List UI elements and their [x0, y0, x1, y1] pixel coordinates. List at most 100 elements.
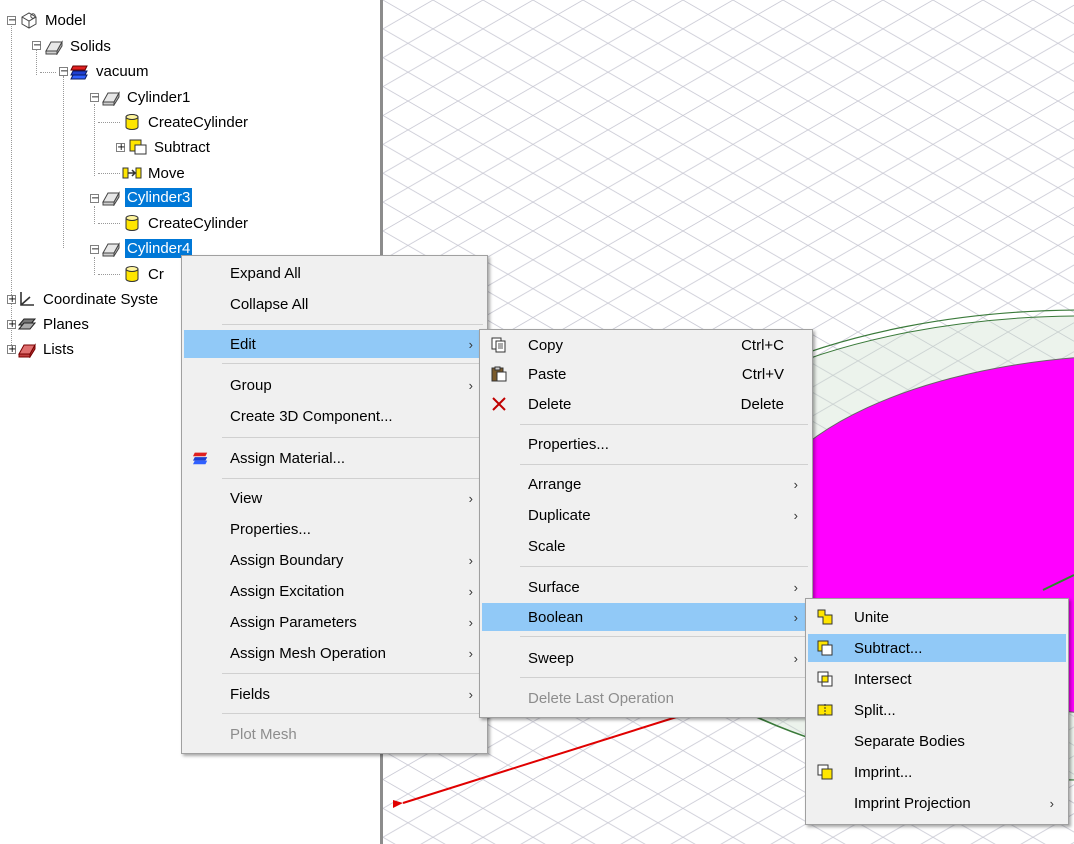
tree-node-create-cylinder[interactable]: Cr [122, 263, 166, 285]
boolean-submenu: Unite Subtract... Intersect Split... Sep… [805, 598, 1069, 825]
delete-x-icon [490, 395, 508, 413]
menu-label: Delete Last Operation [528, 689, 674, 707]
tree-node-planes[interactable]: Planes [17, 313, 91, 335]
tree-label: Move [148, 164, 185, 182]
collapse-model-toggle[interactable]: − [7, 16, 16, 26]
tree-node-create-cylinder[interactable]: CreateCylinder [122, 212, 250, 234]
shortcut-label: Ctrl+V [741, 365, 784, 383]
tree-line [63, 76, 64, 248]
submenu-arrow-icon: › [468, 336, 473, 352]
submenu-arrow-icon: › [793, 650, 798, 666]
tree-node-solids[interactable]: Solids [44, 35, 113, 57]
subtract-icon [816, 639, 834, 657]
planes-icon [17, 318, 37, 330]
menu-item-create-3d-component[interactable]: Create 3D Component... [184, 402, 485, 430]
menu-label: Duplicate [528, 506, 591, 524]
menu-item-plot-mesh: Plot Mesh [184, 720, 485, 748]
tree-node-model[interactable]: Model [19, 9, 88, 31]
tree-line [94, 104, 95, 176]
tree-node-subtract[interactable]: Subtract [128, 136, 212, 158]
menu-item-assign-excitation[interactable]: Assign Excitation › [184, 577, 485, 605]
expand-subtract-toggle[interactable]: + [116, 143, 125, 153]
menu-item-sweep[interactable]: Sweep › [482, 644, 810, 672]
menu-item-arrange[interactable]: Arrange › [482, 470, 810, 498]
tree-label: Cylinder1 [127, 88, 191, 106]
menu-item-paste[interactable]: Paste Ctrl+V [482, 360, 810, 388]
menu-separator [520, 566, 808, 567]
tree-node-cylinder4[interactable]: Cylinder4 [101, 237, 193, 259]
context-menu: Expand All Collapse All Edit › Group › Cre… [181, 255, 488, 754]
collapse-cylinder3-toggle[interactable]: − [90, 194, 99, 204]
menu-separator [222, 713, 483, 714]
menu-label: Scale [528, 537, 566, 555]
menu-item-separate-bodies[interactable]: Separate Bodies [808, 727, 1066, 755]
menu-label: Arrange [528, 475, 582, 493]
tree-label: CreateCylinder [148, 113, 249, 131]
menu-item-assign-material[interactable]: Assign Material... [184, 444, 485, 472]
tree-line [94, 257, 95, 275]
menu-label: Assign Parameters [230, 613, 357, 631]
menu-item-duplicate[interactable]: Duplicate › [482, 501, 810, 529]
menu-item-properties[interactable]: Properties... [482, 430, 810, 458]
menu-label: Intersect [854, 670, 912, 688]
menu-label: Plot Mesh [230, 725, 297, 743]
menu-label: Fields [230, 685, 271, 703]
tree-label-selected: Cylinder3 [125, 187, 193, 207]
menu-item-group[interactable]: Group › [184, 371, 485, 399]
menu-item-subtract[interactable]: Subtract... [808, 634, 1066, 662]
menu-item-intersect[interactable]: Intersect [808, 665, 1066, 693]
menu-item-copy[interactable]: Copy Ctrl+C [482, 331, 810, 359]
move-icon [122, 167, 142, 179]
menu-label: Imprint Projection [854, 794, 971, 812]
coordinate-system-icon [20, 292, 34, 306]
menu-label: Surface [528, 578, 580, 596]
tree-node-coordinate-systems[interactable]: Coordinate Syste [17, 288, 160, 310]
menu-item-view[interactable]: View › [184, 484, 485, 512]
submenu-arrow-icon: › [793, 507, 798, 523]
menu-item-collapse-all[interactable]: Collapse All [184, 290, 485, 318]
menu-label: Edit [230, 335, 256, 353]
menu-label: Delete [528, 395, 572, 413]
tree-node-lists[interactable]: Lists [17, 338, 76, 360]
tree-node-move[interactable]: Move [122, 162, 187, 184]
tree-label: Cr [148, 265, 164, 283]
collapse-cylinder1-toggle[interactable]: − [90, 93, 99, 103]
menu-item-properties[interactable]: Properties... [184, 515, 485, 543]
menu-label: Copy [528, 336, 564, 354]
expand-planes-toggle[interactable]: + [7, 320, 16, 330]
menu-label: Collapse All [230, 295, 309, 313]
menu-item-imprint-projection[interactable]: Imprint Projection › [808, 789, 1066, 817]
expand-lists-toggle[interactable]: + [7, 345, 16, 355]
menu-item-scale[interactable]: Scale [482, 532, 810, 560]
menu-item-imprint[interactable]: Imprint... [808, 758, 1066, 786]
imprint-icon [816, 763, 834, 781]
tree-label: Lists [43, 340, 74, 358]
collapse-cylinder4-toggle[interactable]: − [90, 245, 99, 255]
menu-item-fields[interactable]: Fields › [184, 680, 485, 708]
menu-label: Expand All [230, 264, 301, 282]
tree-node-cylinder3[interactable]: Cylinder3 [101, 186, 193, 208]
menu-item-delete-last-operation: Delete Last Operation [482, 684, 810, 712]
collapse-vacuum-toggle[interactable]: − [59, 67, 68, 77]
tree-node-cylinder1[interactable]: Cylinder1 [101, 86, 192, 108]
menu-item-assign-parameters[interactable]: Assign Parameters › [184, 608, 485, 636]
menu-item-assign-mesh-operation[interactable]: Assign Mesh Operation › [184, 639, 485, 667]
material-icon [192, 449, 210, 467]
menu-item-expand-all[interactable]: Expand All [184, 259, 485, 287]
solid-object-icon [102, 91, 120, 106]
tree-label: Coordinate Syste [43, 290, 159, 308]
menu-item-boolean[interactable]: Boolean › [482, 603, 810, 631]
menu-item-split[interactable]: Split... [808, 696, 1066, 724]
submenu-arrow-icon: › [468, 686, 473, 702]
tree-node-create-cylinder[interactable]: CreateCylinder [122, 111, 250, 133]
expand-coordinate-systems-toggle[interactable]: + [7, 295, 16, 305]
menu-item-unite[interactable]: Unite [808, 603, 1066, 631]
menu-item-surface[interactable]: Surface › [482, 573, 810, 601]
menu-item-edit[interactable]: Edit › [184, 330, 485, 358]
tree-node-vacuum[interactable]: vacuum [70, 60, 151, 82]
menu-item-delete[interactable]: Delete Delete [482, 390, 810, 418]
menu-label: Unite [854, 608, 890, 626]
collapse-solids-toggle[interactable]: − [32, 41, 41, 51]
menu-item-assign-boundary[interactable]: Assign Boundary › [184, 546, 485, 574]
tree-line [36, 50, 37, 75]
